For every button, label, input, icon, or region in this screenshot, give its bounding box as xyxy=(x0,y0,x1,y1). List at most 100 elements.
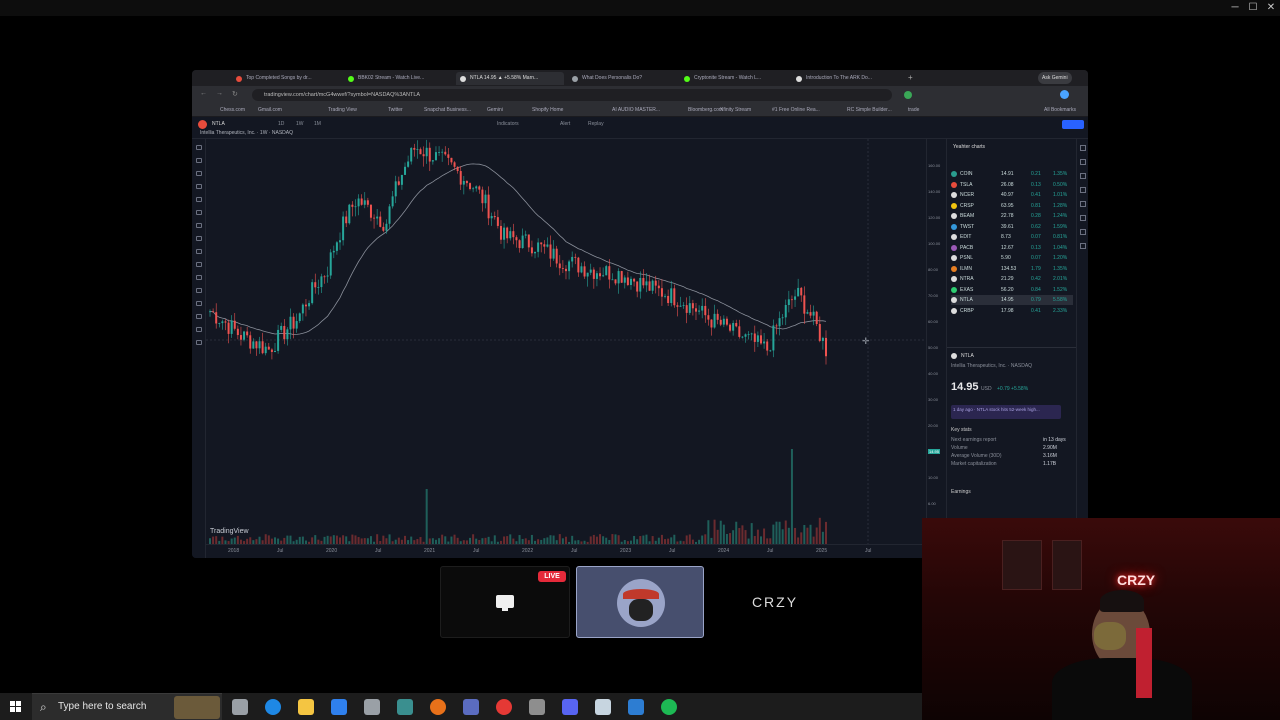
toolbar-item[interactable]: Replay xyxy=(588,121,604,127)
close-button[interactable]: ✕ xyxy=(1264,2,1278,14)
bookmark-item[interactable]: Gmail.com xyxy=(258,106,282,115)
file-explorer-icon[interactable] xyxy=(298,699,314,715)
browser-tab[interactable]: Introduction To The ARK Do... xyxy=(792,72,900,85)
bookmark-item[interactable]: RC Simple Builder... xyxy=(847,106,892,115)
task-view-icon[interactable] xyxy=(232,699,248,715)
drawing-tool-icon[interactable] xyxy=(196,327,202,332)
app-icon[interactable] xyxy=(397,699,413,715)
back-icon[interactable]: ← xyxy=(200,90,207,97)
bookmark-item[interactable]: trade xyxy=(908,106,919,115)
price-chart[interactable]: ✛ TradingView xyxy=(206,139,926,544)
reload-icon[interactable]: ↻ xyxy=(232,90,238,98)
drawing-tool-icon[interactable] xyxy=(196,145,202,150)
news-banner[interactable]: 1 day ago · NTLA stock hits 52-week high… xyxy=(951,405,1061,419)
browser-tab[interactable]: Cryptonite Stream - Watch L... xyxy=(680,72,788,85)
toolbar-item[interactable]: Indicators xyxy=(497,121,519,127)
discord-icon[interactable] xyxy=(562,699,578,715)
calculator-icon[interactable] xyxy=(331,699,347,715)
drawing-tool-icon[interactable] xyxy=(196,184,202,189)
new-tab-button[interactable]: + xyxy=(908,73,913,82)
extension-icon[interactable] xyxy=(904,91,912,99)
widget-icon[interactable] xyxy=(1080,201,1086,207)
publish-button[interactable] xyxy=(1062,120,1084,129)
drawing-tool-icon[interactable] xyxy=(196,301,202,306)
screen-share-tile[interactable]: LIVE xyxy=(440,566,570,638)
watchlist-row[interactable]: PSNL 5.90 0.07 1.20% xyxy=(951,253,1073,263)
bookmark-item[interactable]: Shopify Home xyxy=(532,106,563,115)
app-icon[interactable] xyxy=(628,699,644,715)
bookmark-item[interactable]: AI AUDIO MASTER... xyxy=(612,106,660,115)
watchlist-row[interactable]: EDIT 8.73 0.07 0.81% xyxy=(951,232,1073,242)
watchlist-row[interactable]: COIN 14.91 0.21 1.35% xyxy=(951,169,1073,179)
widget-icon[interactable] xyxy=(1080,145,1086,151)
toolbar-item[interactable]: 1M xyxy=(314,121,321,127)
toolbar-item[interactable]: 1D xyxy=(278,121,284,127)
toolbar-item[interactable]: Alert xyxy=(560,121,570,127)
widget-icon[interactable] xyxy=(1080,229,1086,235)
watchlist-row[interactable]: NCER 40.97 0.41 1.01% xyxy=(951,190,1073,200)
firefox-icon[interactable] xyxy=(430,699,446,715)
profile-avatar[interactable] xyxy=(1060,90,1069,99)
watchlist-row[interactable]: PACB 12.67 0.13 1.04% xyxy=(951,243,1073,253)
widget-icon[interactable] xyxy=(1080,173,1086,179)
spotify-icon[interactable] xyxy=(661,699,677,715)
minimize-button[interactable]: ─ xyxy=(1228,2,1242,14)
taskbar-search[interactable]: ⌕ Type here to search xyxy=(32,693,222,720)
drawing-tool-icon[interactable] xyxy=(196,249,202,254)
maximize-button[interactable]: ☐ xyxy=(1246,2,1260,14)
forward-icon[interactable]: → xyxy=(216,90,223,97)
participant-name-tile[interactable]: CRZY xyxy=(710,566,840,638)
bookmark-item[interactable]: Snapchat Business... xyxy=(424,106,471,115)
drawing-tool-icon[interactable] xyxy=(196,158,202,163)
face-shape xyxy=(629,599,653,621)
widget-icon[interactable] xyxy=(1080,243,1086,249)
widget-icon[interactable] xyxy=(1080,215,1086,221)
browser-tab[interactable]: Top Completed Songs by dr... xyxy=(232,72,340,85)
avatar-tile[interactable] xyxy=(576,566,704,638)
watchlist-row[interactable]: NTLA 14.95 0.79 5.58% xyxy=(951,295,1073,305)
widget-icon[interactable] xyxy=(1080,159,1086,165)
browser-tab[interactable]: BBK02 Stream - Watch Live... xyxy=(344,72,452,85)
url-field[interactable]: tradingview.com/chart/mcG4wwef/?symbol=N… xyxy=(252,89,892,101)
drawing-tool-icon[interactable] xyxy=(196,223,202,228)
steam-icon[interactable] xyxy=(595,699,611,715)
watchlist-row[interactable]: ILMN 134.53 1.79 1.35% xyxy=(951,264,1073,274)
chrome-icon[interactable] xyxy=(496,699,512,715)
start-icon[interactable] xyxy=(10,701,22,713)
watchlist-row[interactable]: TSLA 26.08 0.13 0.50% xyxy=(951,180,1073,190)
bookmark-item[interactable]: All Bookmarks xyxy=(1044,106,1076,115)
widget-icon[interactable] xyxy=(1080,187,1086,193)
bookmark-item[interactable]: Chess.com xyxy=(220,106,245,115)
drawing-tool-icon[interactable] xyxy=(196,262,202,267)
browser-tab[interactable]: NTLA 14.95 ▲ +5.58% Marn... xyxy=(456,72,564,85)
drawing-tool-icon[interactable] xyxy=(196,197,202,202)
watchlist-row[interactable]: NTRA 21.29 0.42 2.01% xyxy=(951,274,1073,284)
app-icon[interactable] xyxy=(364,699,380,715)
toolbar-item[interactable]: 1W xyxy=(296,121,304,127)
watchlist-row[interactable]: TWST 39.61 0.62 1.59% xyxy=(951,222,1073,232)
drawing-tool-icon[interactable] xyxy=(196,314,202,319)
symbol-search[interactable]: NTLA xyxy=(212,121,225,127)
app-icon[interactable] xyxy=(463,699,479,715)
drawing-tool-icon[interactable] xyxy=(196,236,202,241)
watchlist-title[interactable]: Yeahter charts xyxy=(953,144,985,150)
bookmark-item[interactable]: #1 Free Online Rea... xyxy=(772,106,820,115)
watchlist-row[interactable]: EXAS 56.20 0.84 1.52% xyxy=(951,285,1073,295)
ask-gemini-button[interactable]: Ask Gemini xyxy=(1038,72,1072,84)
drawing-tool-icon[interactable] xyxy=(196,340,202,345)
drawing-tool-icon[interactable] xyxy=(196,171,202,176)
bookmark-item[interactable]: Trading View xyxy=(328,106,357,115)
drawing-tool-icon[interactable] xyxy=(196,210,202,215)
edge-icon[interactable] xyxy=(265,699,281,715)
drawing-tool-icon[interactable] xyxy=(196,275,202,280)
watchlist-row[interactable]: CRSP 63.95 0.81 1.28% xyxy=(951,201,1073,211)
bookmark-item[interactable]: Gemini xyxy=(487,106,503,115)
watchlist-row[interactable]: BEAM 22.78 0.28 1.24% xyxy=(951,211,1073,221)
watchlist-row[interactable]: CRBP 17.98 0.41 2.33% xyxy=(951,306,1073,316)
bookmark-item[interactable]: Xfinity Stream xyxy=(720,106,751,115)
app-icon[interactable] xyxy=(529,699,545,715)
bookmark-item[interactable]: Twitter xyxy=(388,106,403,115)
browser-tab[interactable]: What Does Personalis Do? xyxy=(568,72,676,85)
drawing-tool-icon[interactable] xyxy=(196,288,202,293)
bookmark-item[interactable]: Bloomberg.com xyxy=(688,106,723,115)
